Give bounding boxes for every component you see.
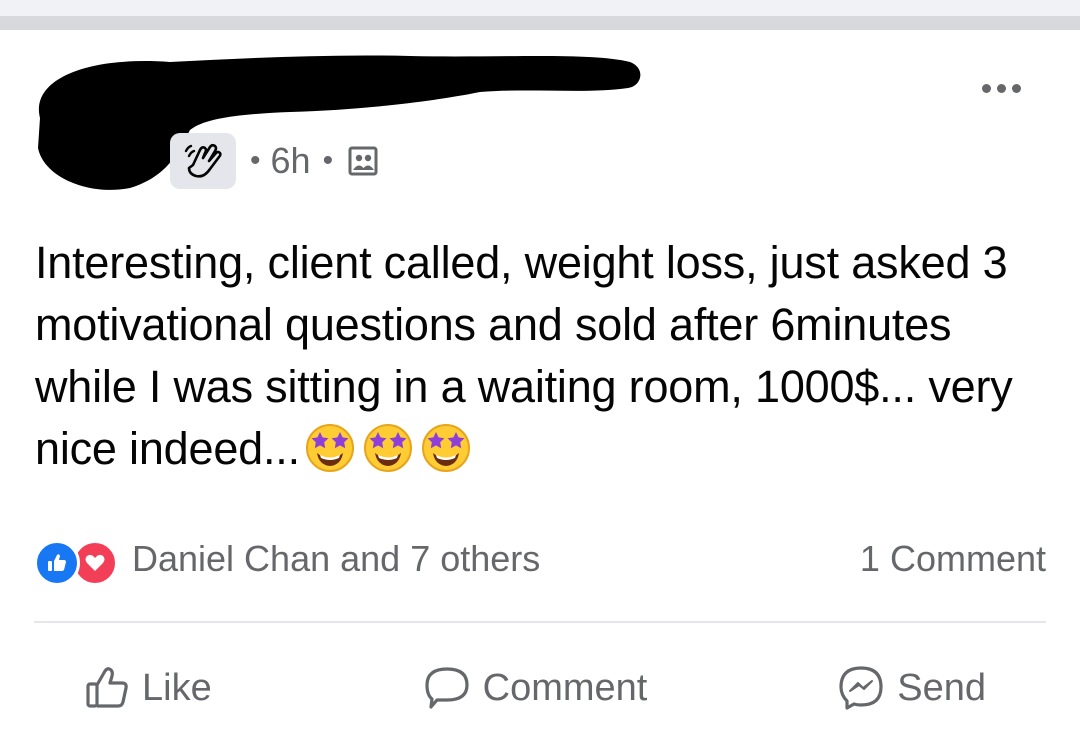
send-label: Send (897, 666, 986, 709)
waving-hand-icon[interactable] (170, 133, 236, 189)
reactions-bar: Daniel Chan and 7 others 1 Comment (34, 532, 1046, 586)
feed-separator (0, 0, 1080, 30)
post-meta: • 6h • (170, 133, 381, 189)
more-options-icon (981, 83, 991, 93)
star-struck-emoji (305, 424, 354, 472)
comment-button[interactable]: Comment (370, 650, 700, 726)
like-label: Like (142, 666, 212, 709)
like-reaction-icon (34, 540, 80, 586)
star-struck-emoji (363, 424, 412, 472)
divider (34, 621, 1046, 623)
meta-separator: • (322, 144, 334, 177)
post-body: Interesting, client called, weight loss,… (35, 232, 1065, 480)
thumbs-up-icon (86, 667, 128, 708)
comment-label: Comment (482, 666, 648, 709)
post-actions: Like Comment Send (34, 650, 1046, 726)
send-button[interactable]: Send (726, 650, 986, 726)
messenger-icon (839, 666, 883, 710)
comment-count-link[interactable]: 1 Comment (860, 538, 1046, 580)
reactions-summary[interactable]: Daniel Chan and 7 others (34, 536, 541, 586)
post-text: Interesting, client called, weight loss,… (35, 237, 1013, 474)
post-timestamp[interactable]: 6h (271, 143, 311, 179)
reaction-icons (34, 536, 126, 586)
friends-audience-icon[interactable] (345, 143, 381, 179)
like-button[interactable]: Like (84, 650, 344, 726)
comment-bubble-icon (425, 667, 469, 709)
more-options-button[interactable] (972, 68, 1030, 108)
star-struck-emoji (421, 424, 470, 472)
meta-separator: • (250, 144, 261, 177)
facebook-post-card: • 6h • Interesting, client called, weigh… (0, 0, 1080, 741)
reactions-text: Daniel Chan and 7 others (132, 538, 541, 579)
